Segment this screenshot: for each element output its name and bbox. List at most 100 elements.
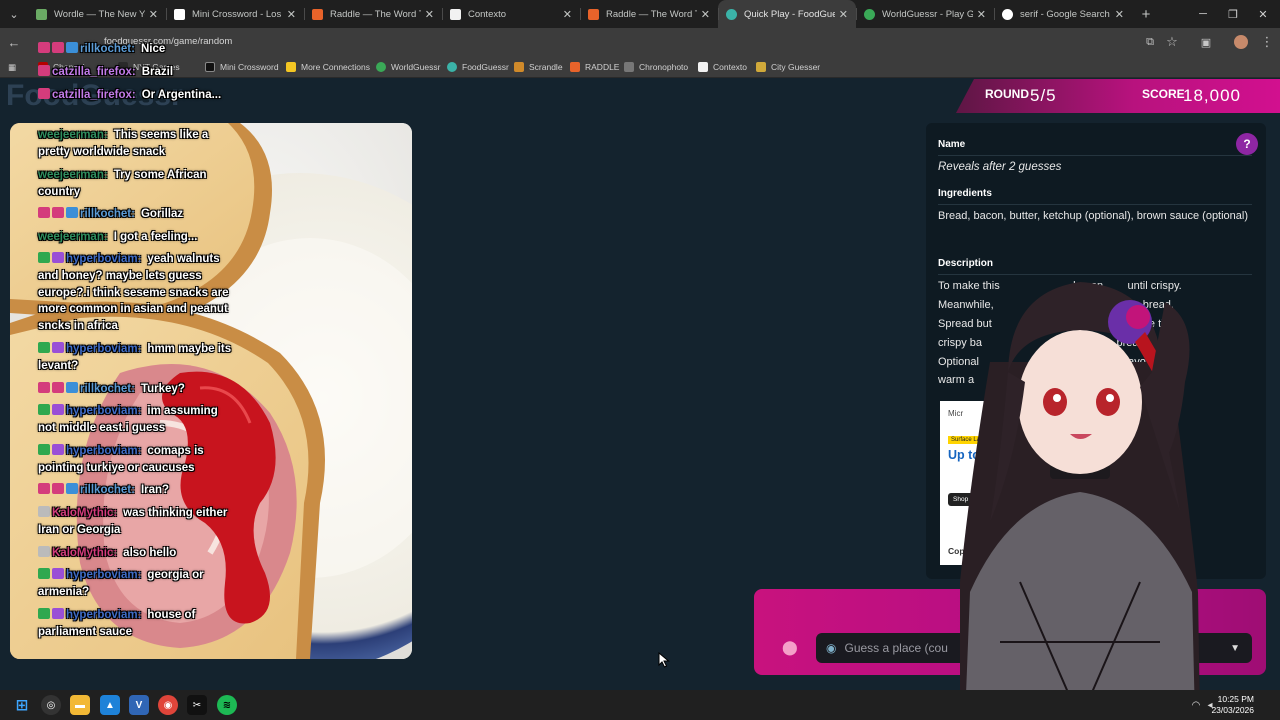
close-tab-icon[interactable]: ✕ — [701, 8, 710, 21]
chat-badge-icon — [38, 207, 50, 218]
tab-worldguessr[interactable]: WorldGuessr - Play Geog ✕ — [856, 0, 994, 28]
chevron-down-icon[interactable]: ▼ — [1230, 643, 1240, 654]
bookmark-label: Chronophoto — [639, 62, 689, 72]
chat-badge-icon — [52, 444, 64, 455]
map-pin-icon: ⬤ — [782, 639, 798, 655]
tab-title: WorldGuessr - Play Geog — [882, 8, 973, 20]
windows-taskbar: ⊞ ◎ ▬ ▲ V ◉ ✂ ≋ ◠ ◂ 10:25 PM 23/03/2026 — [0, 690, 1280, 720]
chat-badge-icon — [66, 382, 78, 393]
chat-text: Or Argentina... — [141, 89, 222, 101]
profile-avatar[interactable] — [1231, 32, 1251, 52]
bookmark-icon — [447, 62, 457, 72]
chat-message: hyperboviam: yeah walnuts and honey? mayb… — [38, 251, 233, 335]
bookmark-scrandle[interactable]: Scrandle — [514, 60, 563, 74]
chat-badge-icon — [38, 404, 50, 415]
bookmark-worldguessr[interactable]: WorldGuessr — [376, 60, 440, 74]
tab-foodguessr[interactable]: Quick Play - FoodGuessr ✕ — [718, 0, 856, 28]
chat-text: Turkey? — [140, 383, 185, 395]
ingredients-value: Bread, bacon, butter, ketchup (optional)… — [938, 210, 1249, 222]
chat-username: hyperboviam: — [66, 609, 142, 621]
name-value: Reveals after 2 guesses — [938, 161, 1062, 173]
close-tab-icon[interactable]: ✕ — [563, 8, 572, 21]
chat-badge-icon — [38, 65, 50, 76]
chat-username: catzilla_firefox: — [52, 89, 136, 101]
bookmark-chronophoto[interactable]: Chronophoto — [624, 60, 688, 74]
chat-username: weejeerman: — [38, 231, 108, 243]
bookmark-icon — [514, 62, 524, 72]
chat-message: hyperboviam: georgia or armenia? — [38, 567, 233, 601]
install-app-icon[interactable]: ⧉ — [1140, 32, 1160, 52]
close-window-icon[interactable]: ✕ — [1248, 0, 1278, 28]
close-tab-icon[interactable]: ✕ — [287, 8, 296, 21]
new-tab-button[interactable]: + — [1132, 6, 1160, 23]
chat-badge-icon — [38, 483, 50, 494]
tab-favicon — [588, 8, 599, 20]
close-tab-icon[interactable]: ✕ — [977, 8, 986, 21]
name-heading: Name — [938, 139, 966, 150]
chat-message: rillkochet: Gorillaz — [38, 206, 233, 223]
close-tab-icon[interactable]: ✕ — [425, 8, 434, 21]
chat-message: hyperboviam: hmm maybe its levant? — [38, 341, 233, 375]
tab-favicon — [1002, 8, 1013, 20]
round-value: 5/5 — [1030, 86, 1057, 105]
vtube-studio-icon[interactable]: V — [129, 695, 149, 715]
tab-raddle-2[interactable]: Raddle — The Word Tran ✕ — [580, 0, 718, 28]
chat-badge-icon — [38, 88, 50, 99]
chat-message: catzilla_firefox: Or Argentina... — [38, 87, 233, 104]
taskbar-clock[interactable]: 10:25 PM 23/03/2026 — [1211, 694, 1254, 716]
stream-chat-overlay: rillkochet: Nice catzilla_firefox: Brazil ca… — [0, 0, 240, 690]
chat-message: rillkochet: Iran? — [38, 482, 233, 499]
tab-raddle[interactable]: Raddle — The Word Tran ✕ — [304, 0, 442, 28]
chat-username: weejeerman: — [38, 129, 108, 141]
chat-badge-icon — [38, 42, 50, 53]
browser-menu-icon[interactable]: ⋮ — [1257, 32, 1277, 52]
bookmark-city-guesser[interactable]: City Guesser — [756, 60, 820, 74]
bookmark-raddle[interactable]: RADDLE — [570, 60, 619, 74]
obs-app-icon[interactable]: ◎ — [41, 695, 61, 715]
help-icon[interactable]: ? — [1236, 133, 1258, 155]
capcut-icon[interactable]: ✂ — [187, 695, 207, 715]
chat-message: rillkochet: Nice — [38, 41, 233, 58]
chat-message: weejeerman: I got a feeling... — [38, 229, 233, 246]
chat-message: weejeerman: Try some African country — [38, 167, 233, 201]
chat-username: hyperboviam: — [66, 405, 142, 417]
tab-google-search[interactable]: serif - Google Search ✕ — [994, 0, 1132, 28]
chat-badge-icon — [52, 404, 64, 415]
chat-username: KaloMythic: — [52, 547, 118, 559]
chrome-icon[interactable]: ◉ — [158, 695, 178, 715]
score-value: 18,000 — [1183, 86, 1241, 105]
bookmark-foodguessr[interactable]: FoodGuessr — [447, 60, 509, 74]
chat-badge-icon — [38, 568, 50, 579]
minimize-icon[interactable]: ─ — [1188, 0, 1218, 28]
bookmark-label: More Connections — [301, 62, 370, 72]
chat-badge-icon — [66, 483, 78, 494]
chat-badge-icon — [38, 382, 50, 393]
chat-badge-icon — [52, 42, 64, 53]
bookmark-contexto[interactable]: Contexto — [698, 60, 747, 74]
bookmark-star-icon[interactable]: ☆ — [1162, 32, 1182, 52]
file-explorer-icon[interactable]: ▬ — [70, 695, 90, 715]
tab-favicon — [450, 8, 461, 20]
bookmark-icon — [624, 62, 634, 72]
globe-icon: ◉ — [826, 641, 837, 655]
tab-contexto[interactable]: Contexto ✕ — [442, 0, 580, 28]
close-tab-icon[interactable]: ✕ — [839, 8, 848, 21]
chat-username: hyperboviam: — [66, 343, 142, 355]
extensions-icon[interactable]: ▣ — [1196, 32, 1216, 52]
chat-username: rillkochet: — [80, 484, 135, 496]
chat-username: rillkochet: — [80, 208, 135, 220]
divider — [938, 204, 1252, 205]
chat-badge-icon — [38, 546, 50, 557]
bookmark-more-connections[interactable]: More Connections — [286, 60, 370, 74]
windows-start-icon[interactable]: ⊞ — [12, 695, 32, 715]
photos-app-icon[interactable]: ▲ — [100, 695, 120, 715]
round-label: ROUND — [985, 87, 1029, 101]
restore-icon[interactable]: ❐ — [1218, 0, 1248, 28]
chat-text: I got a feeling... — [113, 231, 198, 243]
bookmark-label: Contexto — [713, 62, 748, 72]
spotify-icon[interactable]: ≋ — [217, 695, 237, 715]
clock-time: 10:25 PM — [1217, 694, 1254, 704]
chat-username: hyperboviam: — [66, 569, 142, 581]
bookmark-label: RADDLE — [585, 62, 620, 72]
close-tab-icon[interactable]: ✕ — [1115, 8, 1124, 21]
